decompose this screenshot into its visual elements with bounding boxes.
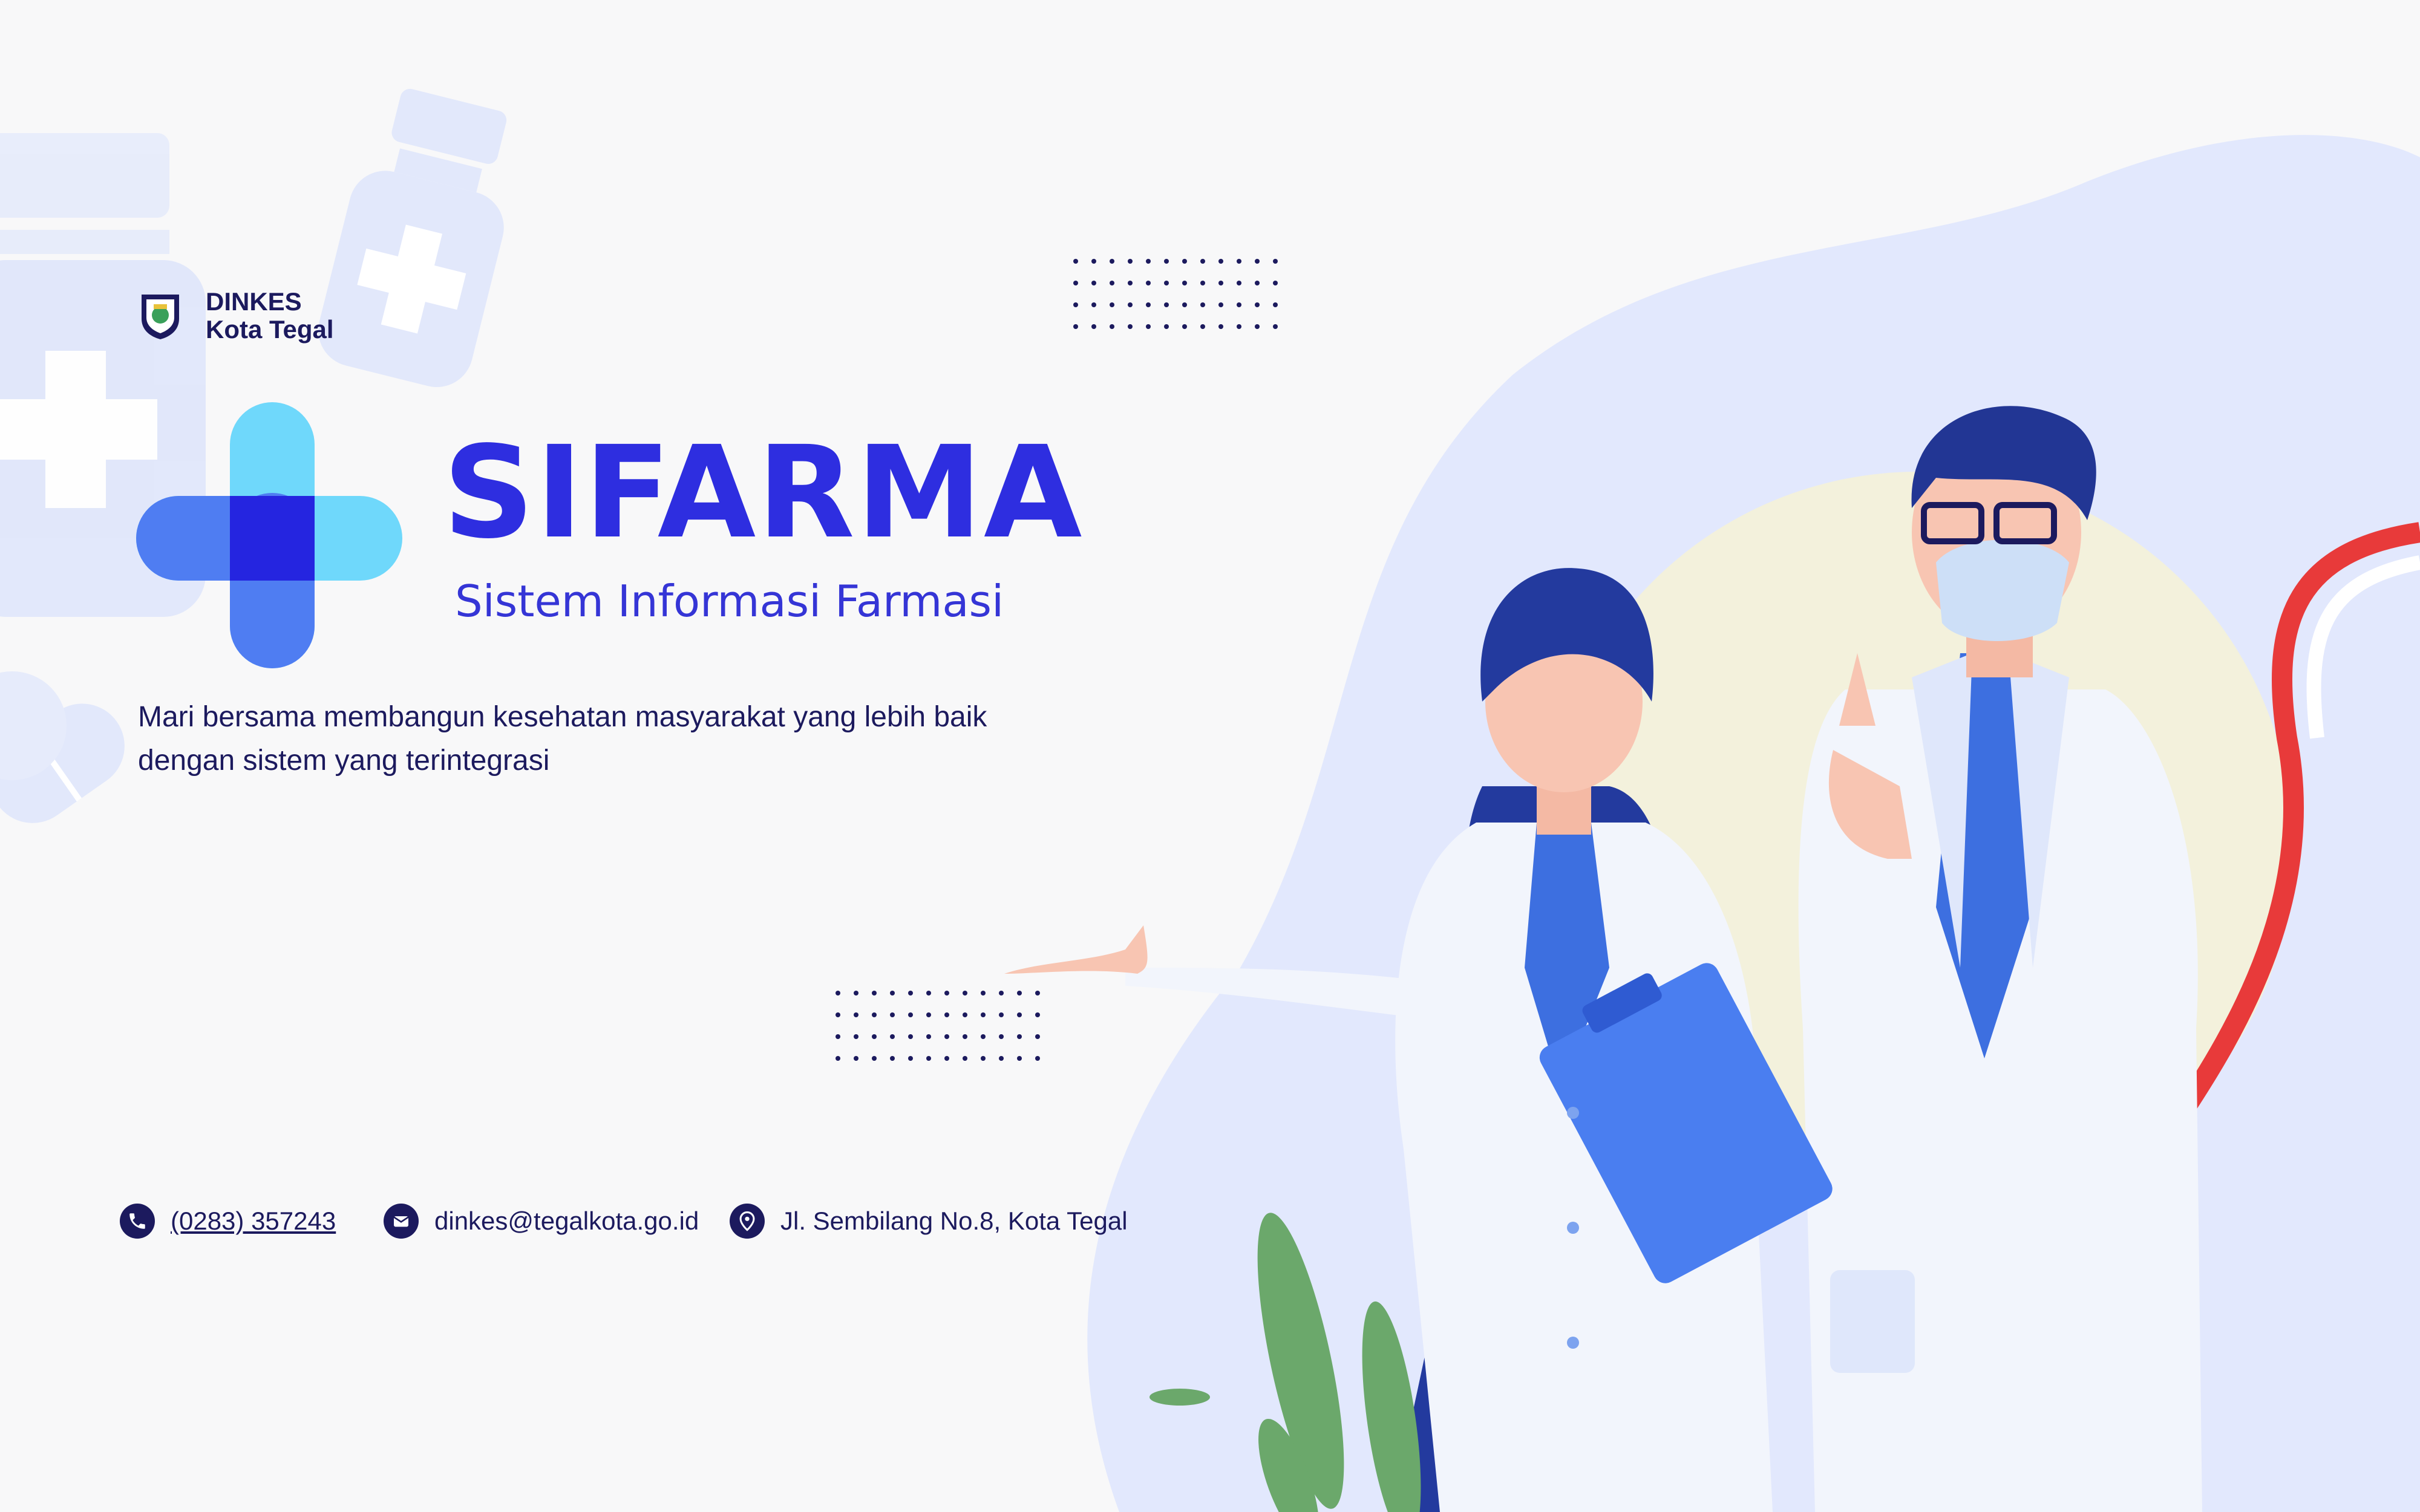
phone-number-link[interactable]: (0283) 357243: [171, 1207, 336, 1236]
app-subtitle: Sistem Informasi Farmasi: [455, 576, 1004, 627]
phone-icon: [120, 1204, 155, 1239]
org-name-line1: DINKES: [206, 287, 302, 316]
female-doctor: [1004, 568, 1833, 1512]
landing-stage: DINKES Kota Tegal SIFARMA Sistem Informa…: [0, 0, 2420, 1512]
logo-emblem-icon: [142, 295, 179, 339]
org-name: DINKES Kota Tegal: [206, 288, 334, 344]
dot-grid-top: [1073, 259, 1278, 329]
plant-leaves: [1150, 1213, 1421, 1512]
mail-icon: [384, 1204, 419, 1239]
medical-cross-logo-icon: [136, 402, 402, 668]
ribbon: [2169, 522, 2420, 1125]
contact-address: Jl. Sembilang No.8, Kota Tegal: [730, 1204, 1128, 1239]
app-title: SIFARMA: [443, 419, 1084, 567]
contact-phone[interactable]: (0283) 357243: [120, 1204, 336, 1239]
doctors-illustration: [1004, 406, 2420, 1512]
email-text[interactable]: dinkes@tegalkota.go.id: [434, 1207, 699, 1236]
male-doctor: [1798, 406, 2202, 1512]
tagline-line1: Mari bersama membangun kesehatan masyara…: [138, 701, 987, 733]
location-pin-icon: [730, 1204, 765, 1239]
tagline-line2: dengan sistem yang terintegrasi: [138, 745, 550, 777]
org-name-line2: Kota Tegal: [206, 315, 334, 344]
org-header: DINKES Kota Tegal: [139, 288, 334, 344]
contact-email[interactable]: dinkes@tegalkota.go.id: [384, 1204, 699, 1239]
address-text: Jl. Sembilang No.8, Kota Tegal: [780, 1207, 1128, 1235]
tagline: Mari bersama membangun kesehatan masyara…: [138, 696, 1106, 783]
